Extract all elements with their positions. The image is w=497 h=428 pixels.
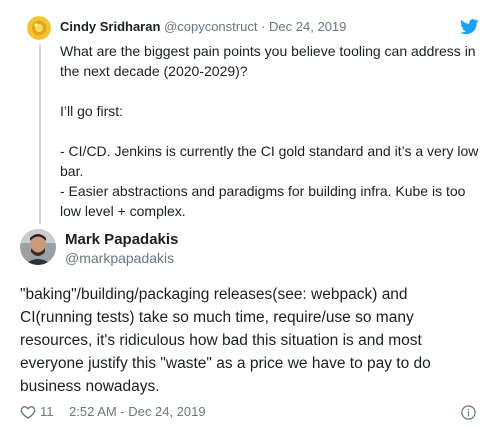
header-separator: · [261,19,266,34]
quoted-text-line: - CI/CD. Jenkins is currently the CI gol… [60,143,479,179]
quoted-tweet[interactable]: Cindy Sridharan @copyconstruct · Dec 24,… [0,0,497,226]
quoted-tweet-text: What are the biggest pain points you bel… [60,41,485,221]
quoted-author-avatar[interactable] [27,16,51,40]
heart-icon[interactable] [20,404,36,420]
twitter-bird-icon[interactable] [460,19,479,35]
tweet-timestamp[interactable]: 2:52 AM - Dec 24, 2019 [69,402,206,422]
quoted-text-line: - Easier abstractions and paradigms for … [60,183,466,219]
quoted-tweet-date[interactable]: Dec 24, 2019 [269,19,346,34]
info-icon[interactable] [461,405,476,420]
quoted-text-line: What are the biggest pain points you bel… [60,43,476,79]
thread-connector-line [39,44,41,224]
quoted-author-name[interactable]: Cindy Sridharan [60,19,160,34]
quoted-text-blank-line [60,81,485,101]
quoted-text-blank-line [60,121,485,141]
like-count[interactable]: 11 [40,402,54,422]
main-author-name[interactable]: Mark Papadakis [65,231,178,249]
quoted-author-handle[interactable]: @copyconstruct [164,19,257,34]
main-author-avatar[interactable] [20,229,56,265]
tweet-footer: 11 2:52 AM - Dec 24, 2019 [20,402,482,422]
main-author-handle[interactable]: @markpapadakis [65,250,174,266]
quoted-text-line: I’ll go first: [60,103,124,119]
quoted-tweet-header: Cindy Sridharan @copyconstruct · Dec 24,… [60,19,346,35]
main-tweet-text: "baking"/building/packaging releases(see… [20,286,431,395]
